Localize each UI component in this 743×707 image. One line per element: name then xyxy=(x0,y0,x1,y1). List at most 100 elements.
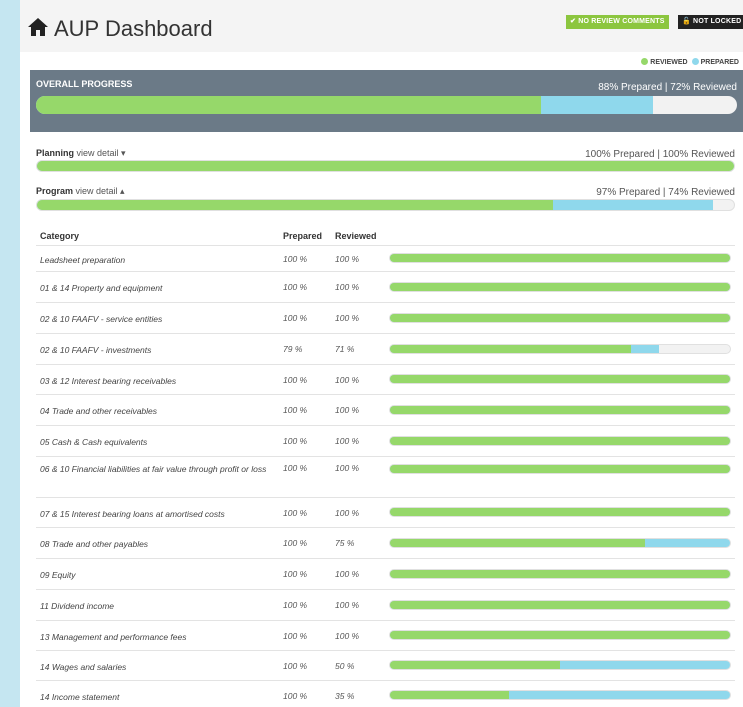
row-category[interactable]: 01 & 14 Property and equipment xyxy=(40,282,280,295)
row-category[interactable]: Leadsheet preparation xyxy=(40,254,280,267)
reviewed-fill xyxy=(390,465,730,473)
reviewed-fill xyxy=(390,661,560,669)
reviewed-fill xyxy=(390,314,730,322)
table-row: 04 Trade and other receivables 100 % 100 % xyxy=(36,395,735,426)
row-category[interactable]: 13 Management and performance fees xyxy=(40,631,280,644)
reviewed-fill xyxy=(390,406,730,414)
category-table: Leadsheet preparation 100 % 100 % 01 & 14 P… xyxy=(36,246,735,707)
row-progress-bar xyxy=(389,538,731,548)
row-progress-bar xyxy=(389,282,731,292)
planning-section-name: Planning xyxy=(36,148,74,158)
row-reviewed-value: 100 % xyxy=(335,600,360,610)
table-row: 05 Cash & Cash equivalents 100 % 100 % xyxy=(36,426,735,457)
row-category[interactable]: 02 & 10 FAAFV - service entities xyxy=(40,313,280,326)
reviewed-fill xyxy=(390,570,730,578)
reviewed-fill xyxy=(390,508,730,516)
row-prepared-value: 100 % xyxy=(283,631,308,641)
table-header: Category Prepared Reviewed xyxy=(36,228,735,246)
row-reviewed-value: 75 % xyxy=(335,538,355,548)
legend: REVIEWED PREPARED xyxy=(641,58,739,66)
left-strip xyxy=(0,0,20,707)
row-prepared-value: 100 % xyxy=(283,375,308,385)
row-progress-bar xyxy=(389,405,731,415)
prepared-legend-label: PREPARED xyxy=(700,59,739,66)
planning-section-header: Planning view detail ▾ xyxy=(36,148,126,159)
reviewed-fill xyxy=(36,96,541,114)
row-category[interactable]: 06 & 10 Financial liabilities at fair va… xyxy=(40,463,280,476)
table-row: 07 & 15 Interest bearing loans at amorti… xyxy=(36,498,735,528)
row-prepared-value: 100 % xyxy=(283,661,308,671)
program-section-header: Program view detail ▴ xyxy=(36,186,125,197)
prepared-column-header: Prepared xyxy=(283,231,323,241)
row-progress-bar xyxy=(389,313,731,323)
planning-view-detail-toggle[interactable]: view detail ▾ xyxy=(77,148,126,158)
table-row: 06 & 10 Financial liabilities at fair va… xyxy=(36,457,735,498)
home-icon[interactable] xyxy=(28,18,48,36)
row-progress-bar xyxy=(389,600,731,610)
row-reviewed-value: 100 % xyxy=(335,569,360,579)
row-category[interactable]: 04 Trade and other receivables xyxy=(40,405,280,418)
table-row: 13 Management and performance fees 100 % 1… xyxy=(36,621,735,651)
row-reviewed-value: 100 % xyxy=(335,375,360,385)
reviewed-fill xyxy=(390,691,509,699)
row-reviewed-value: 71 % xyxy=(335,344,355,354)
row-progress-bar xyxy=(389,690,731,700)
program-progress-bar xyxy=(36,199,735,211)
reviewed-legend-label: REVIEWED xyxy=(650,59,688,66)
row-reviewed-value: 100 % xyxy=(335,436,360,446)
row-category[interactable]: 14 Income statement xyxy=(40,691,280,704)
row-prepared-value: 100 % xyxy=(283,600,308,610)
reviewed-fill xyxy=(390,345,632,353)
row-category[interactable]: 05 Cash & Cash equivalents xyxy=(40,436,280,449)
table-row: Leadsheet preparation 100 % 100 % xyxy=(36,246,735,272)
row-prepared-value: 100 % xyxy=(283,538,308,548)
row-reviewed-value: 100 % xyxy=(335,282,360,292)
row-reviewed-value: 100 % xyxy=(335,313,360,323)
program-section-name: Program xyxy=(36,186,74,196)
table-row: 11 Dividend income 100 % 100 % xyxy=(36,590,735,621)
row-progress-bar xyxy=(389,344,731,354)
row-reviewed-value: 100 % xyxy=(335,254,360,264)
row-progress-bar xyxy=(389,253,731,263)
row-category[interactable]: 07 & 15 Interest bearing loans at amorti… xyxy=(40,508,280,521)
row-reviewed-value: 100 % xyxy=(335,463,360,473)
overall-progress-status: 88% Prepared | 72% Reviewed xyxy=(598,82,737,93)
row-category[interactable]: 02 & 10 FAAFV - investments xyxy=(40,344,280,357)
row-category[interactable]: 14 Wages and salaries xyxy=(40,661,280,674)
row-category[interactable]: 03 & 12 Interest bearing receivables xyxy=(40,375,280,388)
planning-progress-bar xyxy=(36,160,735,172)
reviewed-fill xyxy=(390,375,730,383)
prepared-legend-dot xyxy=(691,58,699,65)
review-comments-badge[interactable]: ✔ NO REVIEW COMMENTS xyxy=(566,15,669,29)
dashboard-header: AUP Dashboard ✔ NO REVIEW COMMENTS 🔓 NOT… xyxy=(20,0,743,52)
reviewed-fill xyxy=(390,539,645,547)
dashboard-panel: AUP Dashboard ✔ NO REVIEW COMMENTS 🔓 NOT… xyxy=(20,0,743,707)
row-prepared-value: 100 % xyxy=(283,313,308,323)
category-column-header: Category xyxy=(40,231,80,241)
lock-status-badge[interactable]: 🔓 NOT LOCKED xyxy=(678,15,743,29)
row-progress-bar xyxy=(389,569,731,579)
row-progress-bar xyxy=(389,507,731,517)
table-row: 09 Equity 100 % 100 % xyxy=(36,559,735,590)
reviewed-fill xyxy=(390,631,730,639)
row-category[interactable]: 08 Trade and other payables xyxy=(40,538,280,551)
row-prepared-value: 100 % xyxy=(283,254,308,264)
row-progress-bar xyxy=(389,436,731,446)
row-category[interactable]: 11 Dividend income xyxy=(40,600,280,613)
table-row: 02 & 10 FAAFV - investments 79 % 71 % xyxy=(36,334,735,365)
overall-progress-bar xyxy=(36,96,737,114)
page-title: AUP Dashboard xyxy=(54,16,213,41)
table-row: 01 & 14 Property and equipment 100 % 100 % xyxy=(36,272,735,303)
row-reviewed-value: 50 % xyxy=(335,661,355,671)
row-prepared-value: 100 % xyxy=(283,463,308,473)
planning-section-status: 100% Prepared | 100% Reviewed xyxy=(585,149,735,160)
row-prepared-value: 100 % xyxy=(283,569,308,579)
row-reviewed-value: 35 % xyxy=(335,691,355,701)
overall-progress-panel: OVERALL PROGRESS 88% Prepared | 72% Revi… xyxy=(30,70,743,132)
reviewed-fill xyxy=(37,200,553,210)
program-view-detail-toggle[interactable]: view detail ▴ xyxy=(76,186,125,196)
row-progress-bar xyxy=(389,374,731,384)
table-row: 03 & 12 Interest bearing receivables 100 … xyxy=(36,365,735,395)
row-category[interactable]: 09 Equity xyxy=(40,569,280,582)
row-progress-bar xyxy=(389,660,731,670)
